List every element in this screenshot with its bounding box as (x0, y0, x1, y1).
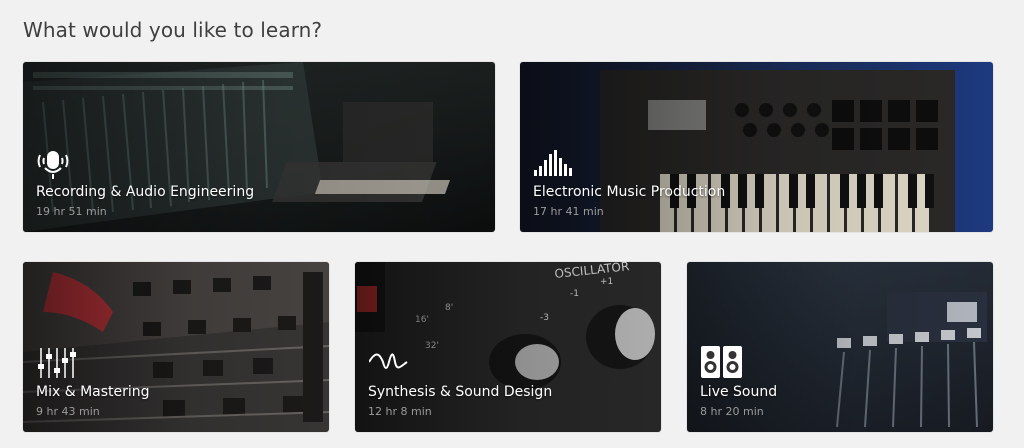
course-duration: 8 hr 20 min (700, 405, 764, 418)
microphone-icon (37, 151, 69, 179)
course-card-electronic-music[interactable]: Electronic Music Production 17 hr 41 min (520, 62, 993, 232)
course-title: Recording & Audio Engineering (36, 184, 255, 200)
course-card-live-sound[interactable]: Live Sound 8 hr 20 min (687, 262, 993, 432)
course-title: Synthesis & Sound Design (368, 384, 553, 400)
page-heading: What would you like to learn? (23, 18, 323, 42)
speakers-icon (701, 346, 742, 378)
course-card-mix-mastering[interactable]: Mix & Mastering 9 hr 43 min (23, 262, 329, 432)
course-duration: 19 hr 51 min (36, 205, 107, 218)
course-title: Electronic Music Production (533, 184, 726, 200)
course-duration: 9 hr 43 min (36, 405, 100, 418)
course-title: Live Sound (700, 384, 778, 400)
course-card-recording[interactable]: Recording & Audio Engineering 19 hr 51 m… (23, 62, 495, 232)
course-card-synthesis[interactable]: 16'8'32' -3-1+1 OSCILLATOR Synthesis & S… (355, 262, 661, 432)
course-duration: 12 hr 8 min (368, 405, 432, 418)
course-duration: 17 hr 41 min (533, 205, 604, 218)
mixer-faders-icon (38, 348, 76, 378)
waveform-icon (369, 353, 408, 369)
course-title: Mix & Mastering (36, 384, 150, 400)
equalizer-bars-icon (534, 150, 572, 176)
